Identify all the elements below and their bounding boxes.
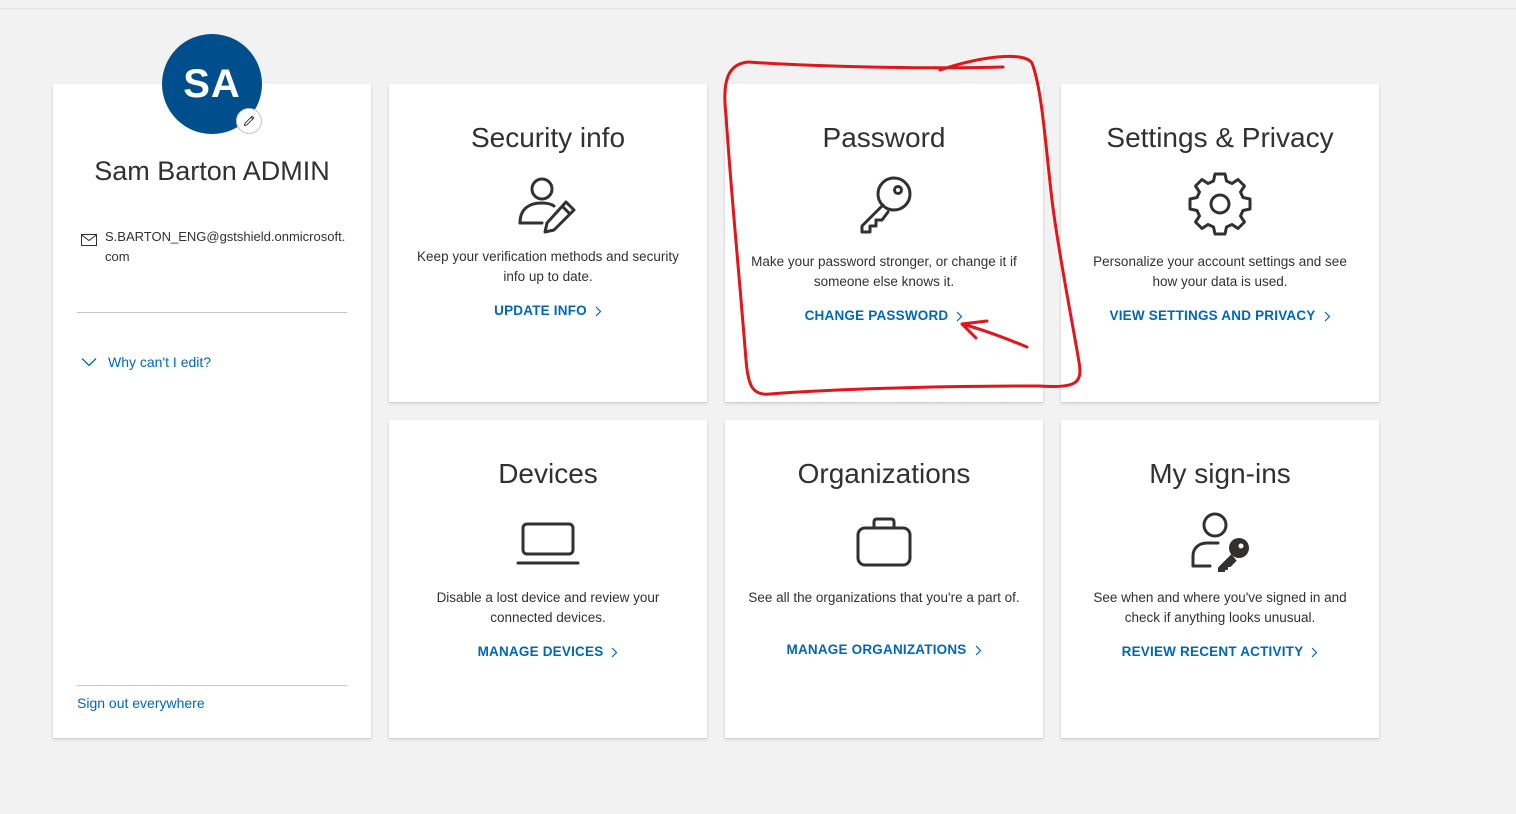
manage-organizations-label: MANAGE ORGANIZATIONS bbox=[786, 642, 967, 657]
tile-description: Personalize your account settings and se… bbox=[1093, 254, 1347, 289]
chevron-right-icon bbox=[595, 306, 602, 317]
tile-devices: Devices Disable a lost device and review… bbox=[389, 420, 707, 738]
email-row: S.BARTON_ENG@gstshield.onmicrosoft.com bbox=[81, 227, 351, 267]
sign-out-everywhere-link[interactable]: Sign out everywhere bbox=[77, 695, 205, 711]
manage-organizations-link[interactable]: MANAGE ORGANIZATIONS bbox=[725, 642, 1043, 657]
tile-title: Security info bbox=[470, 122, 626, 153]
tile-security-info: Security info Keep your verification met… bbox=[389, 84, 707, 402]
tile-settings-privacy: Settings & Privacy Personalize your acco… bbox=[1061, 84, 1379, 402]
chevron-down-icon bbox=[81, 358, 97, 367]
tile-description: See all the organizations that you're a … bbox=[748, 590, 1020, 605]
view-settings-privacy-label: VIEW SETTINGS AND PRIVACY bbox=[1109, 308, 1316, 323]
update-info-link[interactable]: UPDATE INFO bbox=[389, 303, 707, 318]
tile-title: Password bbox=[822, 122, 946, 153]
gear-icon bbox=[1188, 172, 1252, 236]
update-info-label: UPDATE INFO bbox=[494, 303, 587, 318]
change-password-label: CHANGE PASSWORD bbox=[804, 308, 949, 323]
manage-devices-label: MANAGE DEVICES bbox=[477, 644, 604, 659]
laptop-icon bbox=[516, 522, 580, 565]
tile-my-sign-ins: My sign-ins See when and where you've si… bbox=[1061, 420, 1379, 738]
chevron-right-icon bbox=[975, 645, 981, 656]
profile-divider bbox=[77, 312, 347, 313]
chevron-right-icon bbox=[611, 647, 618, 658]
change-password-link[interactable]: CHANGE PASSWORD bbox=[725, 308, 1043, 323]
profile-name: Sam Barton ADMIN bbox=[94, 156, 330, 186]
tile-description: Disable a lost device and review your co… bbox=[436, 590, 660, 625]
chevron-right-icon bbox=[1311, 647, 1318, 658]
tile-organizations: Organizations See all the organizations … bbox=[725, 420, 1043, 738]
manage-devices-link[interactable]: MANAGE DEVICES bbox=[389, 644, 707, 659]
view-settings-privacy-link[interactable]: VIEW SETTINGS AND PRIVACY bbox=[1061, 308, 1379, 323]
why-cant-i-edit-toggle[interactable]: Why can't I edit? bbox=[81, 354, 211, 370]
signout-divider bbox=[77, 685, 347, 686]
tile-title: Organizations bbox=[797, 458, 971, 489]
user-key-icon bbox=[1191, 512, 1249, 572]
pencil-icon bbox=[243, 115, 255, 127]
tile-description: See when and where you've signed in and … bbox=[1093, 590, 1347, 625]
profile-card: Sam Barton ADMIN S.BARTON_ENG@gstshield.… bbox=[53, 84, 371, 738]
review-recent-activity-label: REVIEW RECENT ACTIVITY bbox=[1121, 644, 1304, 659]
tile-description: Make your password stronger, or change i… bbox=[751, 254, 1017, 289]
tile-password: Password Make your password stronger, or… bbox=[725, 84, 1043, 402]
email-address: S.BARTON_ENG@gstshield.onmicrosoft.com bbox=[105, 229, 346, 264]
edit-avatar-button[interactable] bbox=[236, 108, 262, 134]
tile-title: My sign-ins bbox=[1149, 458, 1291, 489]
user-edit-icon bbox=[518, 177, 576, 234]
chevron-right-icon bbox=[1324, 311, 1330, 322]
top-divider bbox=[0, 8, 1516, 9]
key-icon bbox=[860, 176, 912, 234]
briefcase-icon bbox=[856, 517, 912, 567]
chevron-right-icon bbox=[956, 311, 963, 322]
tile-description: Keep your verification methods and secur… bbox=[417, 249, 679, 284]
tile-title: Devices bbox=[498, 458, 598, 489]
why-cant-i-edit-label: Why can't I edit? bbox=[108, 354, 212, 370]
tile-title: Settings & Privacy bbox=[1106, 122, 1334, 153]
mail-icon bbox=[81, 234, 97, 246]
review-recent-activity-link[interactable]: REVIEW RECENT ACTIVITY bbox=[1061, 644, 1379, 659]
